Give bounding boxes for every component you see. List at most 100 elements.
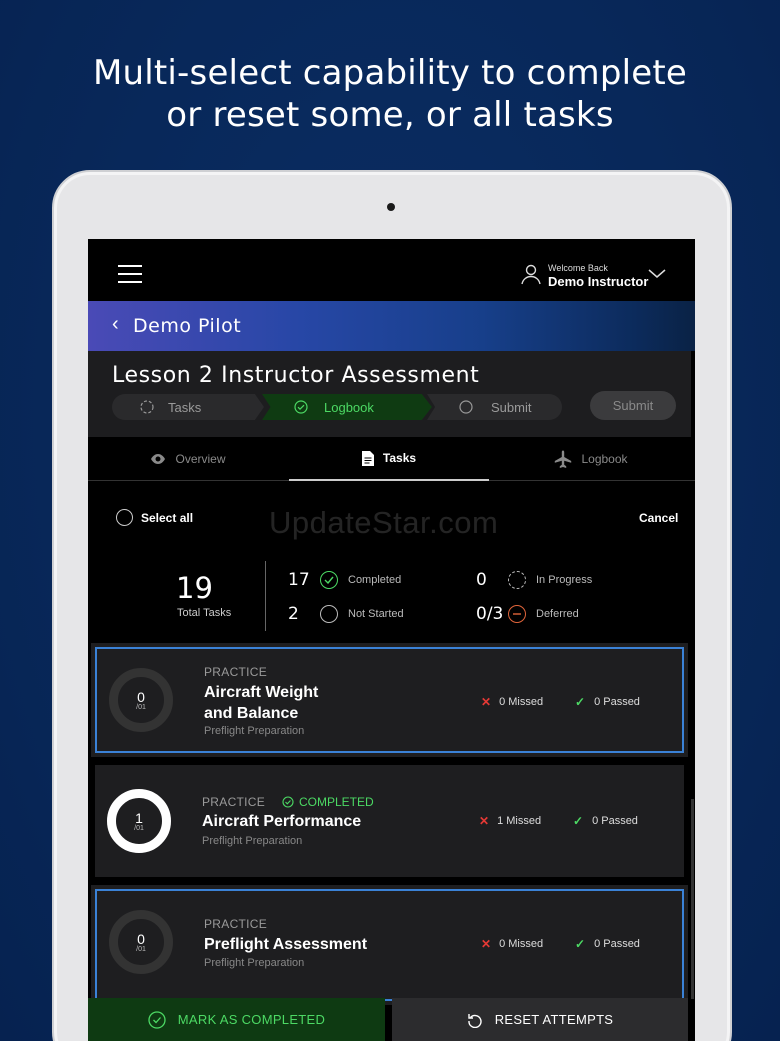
task-card[interactable]: 0 /01 PRACTICE Preflight Assessment Pref… <box>95 889 684 1001</box>
stat-value: 2 <box>288 604 299 624</box>
step-label: Submit <box>491 399 532 415</box>
pilot-name[interactable]: Demo Pilot <box>133 315 241 337</box>
task-title: Aircraft Performance <box>202 813 362 830</box>
attempts-total: /01 <box>134 824 144 832</box>
task-subtitle: Preflight Preparation <box>204 725 305 737</box>
stat-label: Not Started <box>348 608 404 620</box>
stat-label: Completed <box>348 574 402 586</box>
user-menu[interactable]: Welcome Back Demo Instructor <box>520 261 680 289</box>
stat-value: 17 <box>288 570 310 590</box>
task-subtitle: Preflight Preparation <box>202 835 303 847</box>
completed-label: COMPLETED <box>299 795 374 809</box>
stat-not-started: 2 Not Started <box>288 604 404 624</box>
tab-tasks[interactable]: Tasks <box>289 437 489 481</box>
select-all-radio[interactable] <box>116 509 133 526</box>
mark-as-completed-button[interactable]: MARK AS COMPLETED <box>88 998 385 1041</box>
tab-logbook[interactable]: Logbook <box>491 437 691 481</box>
total-tasks-label: Total Tasks <box>177 607 232 619</box>
stat-completed: 17 Completed <box>288 570 401 590</box>
passed-label: 0 Passed <box>594 696 640 708</box>
total-tasks-count: 19 <box>176 571 213 605</box>
select-all-label: Select all <box>141 510 194 525</box>
minus-circle-icon <box>508 605 526 623</box>
app-screen: Welcome Back Demo Instructor ‹ Demo Pilo… <box>88 239 695 1041</box>
dashed-circle-icon <box>140 400 154 414</box>
progress-steps: Tasks Logbook Submit <box>112 394 562 420</box>
attempts-count: 0 <box>137 930 145 947</box>
task-card[interactable]: 1 /01 PRACTICE COMPLETED Aircraft Perfor… <box>95 765 684 877</box>
task-category: PRACTICE <box>204 917 268 931</box>
promo-headline: Multi-select capability to complete or r… <box>0 52 780 136</box>
pilot-bar: ‹ Demo Pilot <box>88 301 695 351</box>
chevron-down-icon[interactable] <box>648 269 666 279</box>
tab-label: Tasks <box>382 451 417 465</box>
passed-count: ✓ 0 Passed <box>573 814 638 828</box>
stat-value: 0/3 <box>476 604 504 624</box>
task-card[interactable]: 0 /01 PRACTICE Aircraft Weight and Balan… <box>95 647 684 753</box>
task-category: PRACTICE <box>204 665 268 679</box>
checkmark-icon: ✓ <box>575 695 586 709</box>
check-circle-icon <box>282 796 294 808</box>
top-bar: Welcome Back Demo Instructor <box>88 239 695 301</box>
circle-icon <box>320 605 338 623</box>
headline-line-2: or reset some, or all tasks <box>166 95 614 135</box>
attempts-total: /01 <box>136 945 146 953</box>
passed-label: 0 Passed <box>592 815 638 827</box>
x-icon: ✕ <box>479 814 490 828</box>
watermark: UpdateStar.com <box>269 505 499 540</box>
tab-bar: Overview Tasks Logbook <box>88 437 695 481</box>
airplane-icon <box>555 450 572 468</box>
step-label: Tasks <box>168 399 202 415</box>
x-icon: ✕ <box>481 937 492 951</box>
step-label: Logbook <box>324 399 374 415</box>
missed-label: 0 Missed <box>499 696 544 708</box>
checkmark-icon: ✓ <box>575 937 586 951</box>
dashed-circle-icon <box>508 571 526 589</box>
step-submit[interactable]: Submit <box>427 394 562 420</box>
camera-dot <box>387 203 395 211</box>
completed-badge: COMPLETED <box>282 795 374 809</box>
task-title: Aircraft Weight and Balance <box>204 682 318 724</box>
submit-button[interactable]: Submit <box>590 391 676 420</box>
passed-label: 0 Passed <box>594 938 640 950</box>
passed-count: ✓ 0 Passed <box>575 695 640 709</box>
cancel-button[interactable]: Cancel <box>639 511 678 525</box>
task-category: PRACTICE <box>202 795 266 809</box>
back-chevron-icon[interactable]: ‹ <box>112 313 119 336</box>
attempts-ring: 0 /01 <box>109 668 173 732</box>
reset-attempts-label: RESET ATTEMPTS <box>494 1012 614 1027</box>
task-title: Preflight Assessment <box>204 936 368 953</box>
missed-label: 0 Missed <box>499 938 544 950</box>
action-bar: MARK AS COMPLETED RESET ATTEMPTS <box>88 998 695 1041</box>
stat-in-progress: 0 In Progress <box>476 570 592 590</box>
missed-label: 1 Missed <box>497 815 542 827</box>
check-circle-icon <box>320 571 338 589</box>
reset-icon <box>468 1013 482 1028</box>
x-icon: ✕ <box>481 695 492 709</box>
attempts-ring: 0 /01 <box>109 910 173 974</box>
missed-count: ✕ 0 Missed <box>481 937 543 951</box>
step-tasks[interactable]: Tasks <box>112 394 264 420</box>
lesson-title: Lesson 2 Instructor Assessment <box>112 363 480 388</box>
checkmark-icon: ✓ <box>573 814 584 828</box>
headline-line-1: Multi-select capability to complete <box>92 53 688 93</box>
task-title-line-1: Aircraft Weight <box>204 684 319 701</box>
select-all-toggle[interactable]: Select all <box>116 509 193 526</box>
check-circle-icon <box>294 400 308 414</box>
scrollbar[interactable] <box>691 799 694 999</box>
document-icon <box>361 450 374 466</box>
attempts-total: /01 <box>136 703 146 711</box>
passed-count: ✓ 0 Passed <box>575 937 640 951</box>
tab-overview[interactable]: Overview <box>88 437 288 481</box>
stat-label: Deferred <box>536 608 579 620</box>
user-icon <box>521 264 541 285</box>
task-subtitle: Preflight Preparation <box>204 957 305 969</box>
stat-label: In Progress <box>536 574 593 586</box>
reset-attempts-button[interactable]: RESET ATTEMPTS <box>392 998 688 1041</box>
step-logbook[interactable]: Logbook <box>262 394 432 420</box>
hamburger-menu-icon[interactable] <box>118 265 142 285</box>
circle-icon <box>459 400 473 414</box>
missed-count: ✕ 1 Missed <box>479 814 541 828</box>
task-title-line-2: and Balance <box>204 705 299 722</box>
attempts-count: 0 <box>137 688 145 705</box>
